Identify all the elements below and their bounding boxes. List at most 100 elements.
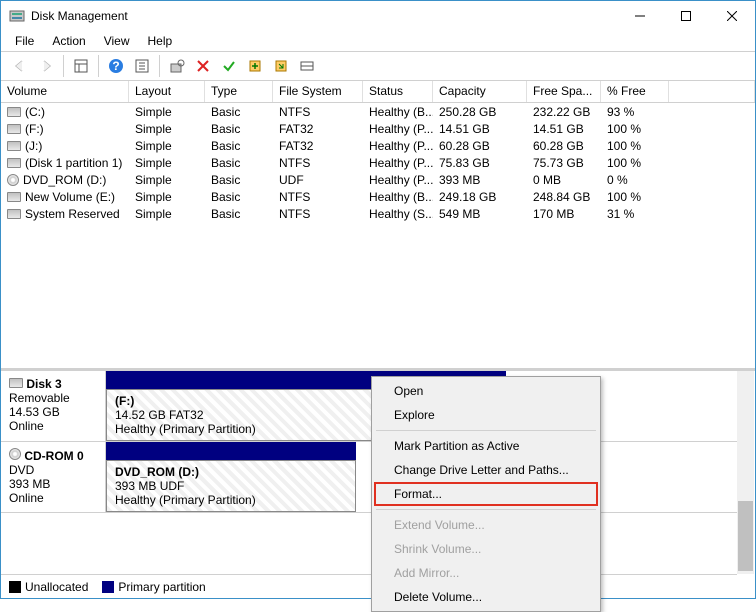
volume-table-body: (C:)SimpleBasicNTFSHealthy (B...250.28 G… bbox=[1, 103, 755, 222]
disk-row-cdrom0: CD-ROM 0 DVD 393 MB Online DVD_ROM (D:) … bbox=[1, 442, 737, 513]
table-row[interactable]: (Disk 1 partition 1) SimpleBasicNTFSHealt… bbox=[1, 154, 755, 171]
disc-icon bbox=[7, 174, 19, 186]
cell-status: Healthy (P... bbox=[363, 122, 433, 136]
cell-pct: 100 % bbox=[601, 190, 669, 204]
ctx-extend: Extend Volume... bbox=[374, 513, 598, 537]
menu-help[interactable]: Help bbox=[140, 32, 181, 50]
cell-capacity: 249.18 GB bbox=[433, 190, 527, 204]
col-pct-free[interactable]: % Free bbox=[601, 81, 669, 102]
scrollbar-thumb[interactable] bbox=[738, 501, 753, 571]
close-button[interactable] bbox=[709, 1, 755, 31]
menu-file[interactable]: File bbox=[7, 32, 42, 50]
cell-status: Healthy (P... bbox=[363, 173, 433, 187]
cell-pct: 0 % bbox=[601, 173, 669, 187]
cell-status: Healthy (P... bbox=[363, 156, 433, 170]
toolbar-delete-button[interactable] bbox=[191, 54, 215, 78]
cell-volume: (F:) bbox=[25, 122, 44, 136]
cell-status: Healthy (B... bbox=[363, 105, 433, 119]
toolbar-properties-button[interactable] bbox=[165, 54, 189, 78]
ctx-explore[interactable]: Explore bbox=[374, 403, 598, 427]
table-row[interactable]: (F:)SimpleBasicFAT32Healthy (P...14.51 G… bbox=[1, 120, 755, 137]
cell-layout: Simple bbox=[129, 156, 205, 170]
cell-free: 248.84 GB bbox=[527, 190, 601, 204]
cell-volume: DVD_ROM (D:) bbox=[23, 173, 106, 187]
ctx-mark-active[interactable]: Mark Partition as Active bbox=[374, 434, 598, 458]
cell-fs: FAT32 bbox=[273, 139, 363, 153]
toolbar-refresh-button[interactable] bbox=[269, 54, 293, 78]
cell-volume: (Disk 1 partition 1) bbox=[25, 156, 122, 170]
window-title: Disk Management bbox=[31, 9, 617, 23]
svg-text:?: ? bbox=[112, 59, 119, 73]
drive-icon bbox=[7, 209, 21, 219]
menu-view[interactable]: View bbox=[96, 32, 138, 50]
disk-type: DVD bbox=[9, 463, 34, 477]
col-free[interactable]: Free Spa... bbox=[527, 81, 601, 102]
drive-icon bbox=[7, 192, 21, 202]
toolbar-check-button[interactable] bbox=[217, 54, 241, 78]
back-button bbox=[8, 54, 32, 78]
cell-layout: Simple bbox=[129, 139, 205, 153]
ctx-delete-volume[interactable]: Delete Volume... bbox=[374, 585, 598, 609]
cell-volume: New Volume (E:) bbox=[25, 190, 115, 204]
cell-type: Basic bbox=[205, 122, 273, 136]
cell-layout: Simple bbox=[129, 207, 205, 221]
cell-fs: FAT32 bbox=[273, 122, 363, 136]
col-status[interactable]: Status bbox=[363, 81, 433, 102]
cell-pct: 31 % bbox=[601, 207, 669, 221]
col-capacity[interactable]: Capacity bbox=[433, 81, 527, 102]
ctx-format[interactable]: Format... bbox=[374, 482, 598, 506]
legend-primary: Primary partition bbox=[102, 580, 205, 594]
col-extra[interactable] bbox=[669, 81, 755, 102]
cell-capacity: 75.83 GB bbox=[433, 156, 527, 170]
cell-capacity: 250.28 GB bbox=[433, 105, 527, 119]
col-type[interactable]: Type bbox=[205, 81, 273, 102]
ctx-open[interactable]: Open bbox=[374, 379, 598, 403]
disk-type: Removable bbox=[9, 391, 70, 405]
cell-type: Basic bbox=[205, 156, 273, 170]
cell-layout: Simple bbox=[129, 105, 205, 119]
cell-volume: (C:) bbox=[25, 105, 45, 119]
cell-fs: NTFS bbox=[273, 156, 363, 170]
menu-action[interactable]: Action bbox=[44, 32, 93, 50]
cell-status: Healthy (P... bbox=[363, 139, 433, 153]
disk-status: Online bbox=[9, 419, 44, 433]
drive-icon bbox=[7, 107, 21, 117]
disk-label-cdrom0[interactable]: CD-ROM 0 DVD 393 MB Online bbox=[1, 442, 106, 512]
partition-cdrom-d[interactable]: DVD_ROM (D:) 393 MB UDF Healthy (Primary… bbox=[106, 442, 356, 512]
cell-capacity: 549 MB bbox=[433, 207, 527, 221]
partition-size: 393 MB UDF bbox=[115, 479, 347, 493]
toolbar-list-button[interactable] bbox=[295, 54, 319, 78]
col-volume[interactable]: Volume bbox=[1, 81, 129, 102]
col-layout[interactable]: Layout bbox=[129, 81, 205, 102]
ctx-change-letter[interactable]: Change Drive Letter and Paths... bbox=[374, 458, 598, 482]
table-row[interactable]: (C:) SimpleBasicNTFSHealthy (B...250.28 G… bbox=[1, 103, 755, 120]
disk-size: 393 MB bbox=[9, 477, 50, 491]
cell-capacity: 393 MB bbox=[433, 173, 527, 187]
cell-fs: NTFS bbox=[273, 190, 363, 204]
drive-icon bbox=[7, 124, 21, 134]
drive-icon bbox=[7, 158, 21, 168]
table-row[interactable]: System ReservedSimpleBasicNTFSHealthy (S… bbox=[1, 205, 755, 222]
cell-fs: NTFS bbox=[273, 105, 363, 119]
toolbar-view-button[interactable] bbox=[69, 54, 93, 78]
ctx-add-mirror: Add Mirror... bbox=[374, 561, 598, 585]
col-filesystem[interactable]: File System bbox=[273, 81, 363, 102]
cell-free: 232.22 GB bbox=[527, 105, 601, 119]
toolbar-settings-button[interactable] bbox=[130, 54, 154, 78]
cell-free: 14.51 GB bbox=[527, 122, 601, 136]
toolbar-action-button[interactable] bbox=[243, 54, 267, 78]
cell-type: Basic bbox=[205, 105, 273, 119]
cell-volume: System Reserved bbox=[25, 207, 120, 221]
minimize-button[interactable] bbox=[617, 1, 663, 31]
scrollbar-vertical[interactable] bbox=[737, 371, 754, 574]
cell-pct: 100 % bbox=[601, 139, 669, 153]
help-button[interactable]: ? bbox=[104, 54, 128, 78]
table-row[interactable]: (J:)SimpleBasicFAT32Healthy (P...60.28 G… bbox=[1, 137, 755, 154]
maximize-button[interactable] bbox=[663, 1, 709, 31]
cell-status: Healthy (B... bbox=[363, 190, 433, 204]
table-row[interactable]: DVD_ROM (D:)SimpleBasicUDFHealthy (P...3… bbox=[1, 171, 755, 188]
disk-label-disk3[interactable]: Disk 3 Removable 14.53 GB Online bbox=[1, 371, 106, 441]
disk-management-icon bbox=[9, 8, 25, 24]
table-row[interactable]: New Volume (E:)SimpleBasicNTFSHealthy (B… bbox=[1, 188, 755, 205]
ctx-shrink: Shrink Volume... bbox=[374, 537, 598, 561]
